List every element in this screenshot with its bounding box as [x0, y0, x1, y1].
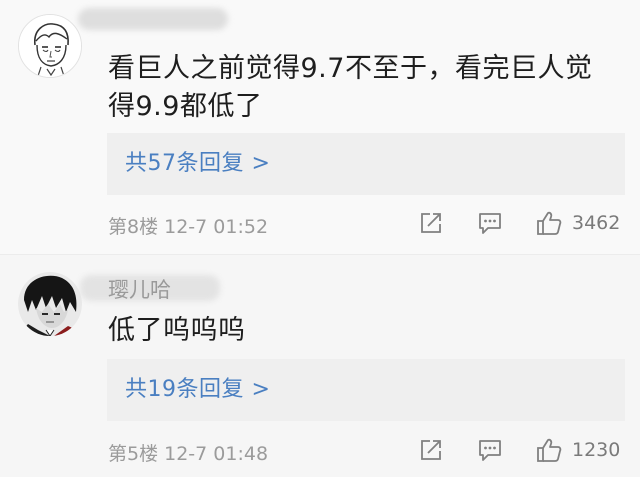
like-count: 3462 [572, 212, 621, 234]
comment-icon [479, 440, 501, 461]
like-count: 1230 [572, 439, 621, 461]
avatar-anime-icon [18, 272, 82, 336]
comment-text: 看巨人之前觉得9.7不至于，看完巨人觉得9.9都低了 [108, 53, 593, 122]
comment-icon [479, 213, 501, 234]
like-icon [537, 438, 562, 462]
avatar[interactable] [18, 272, 82, 336]
username-redaction [78, 8, 228, 30]
reply-box[interactable]: 共19条回复 > [107, 359, 625, 421]
like-button[interactable] [535, 209, 563, 237]
username[interactable]: 璎儿哈 [108, 277, 171, 303]
share-button[interactable] [417, 209, 445, 237]
view-replies-link[interactable]: 共57条回复 > [125, 133, 270, 195]
avatar[interactable] [18, 14, 82, 78]
avatar-sketch-icon [19, 15, 81, 77]
reply-box[interactable]: 共57条回复 > [107, 133, 625, 195]
share-icon [421, 440, 441, 460]
share-icon [421, 213, 441, 233]
view-replies-link[interactable]: 共19条回复 > [125, 359, 270, 421]
share-button[interactable] [417, 436, 445, 464]
comment-meta: 第5楼 12-7 01:48 [108, 443, 269, 465]
comment-item: 璎儿哈 低了呜呜呜 共19条回复 > 第5楼 12-7 01:48 1230 [0, 255, 640, 477]
comment-button[interactable] [476, 209, 504, 237]
comment-button[interactable] [476, 436, 504, 464]
comment-meta: 第8楼 12-7 01:52 [108, 216, 269, 238]
comment-item: 看巨人之前觉得9.7不至于，看完巨人觉得9.9都低了 共57条回复 > 第8楼 … [0, 0, 640, 255]
comment-text: 低了呜呜呜 [108, 315, 246, 346]
like-icon [537, 211, 562, 235]
like-button[interactable] [535, 436, 563, 464]
